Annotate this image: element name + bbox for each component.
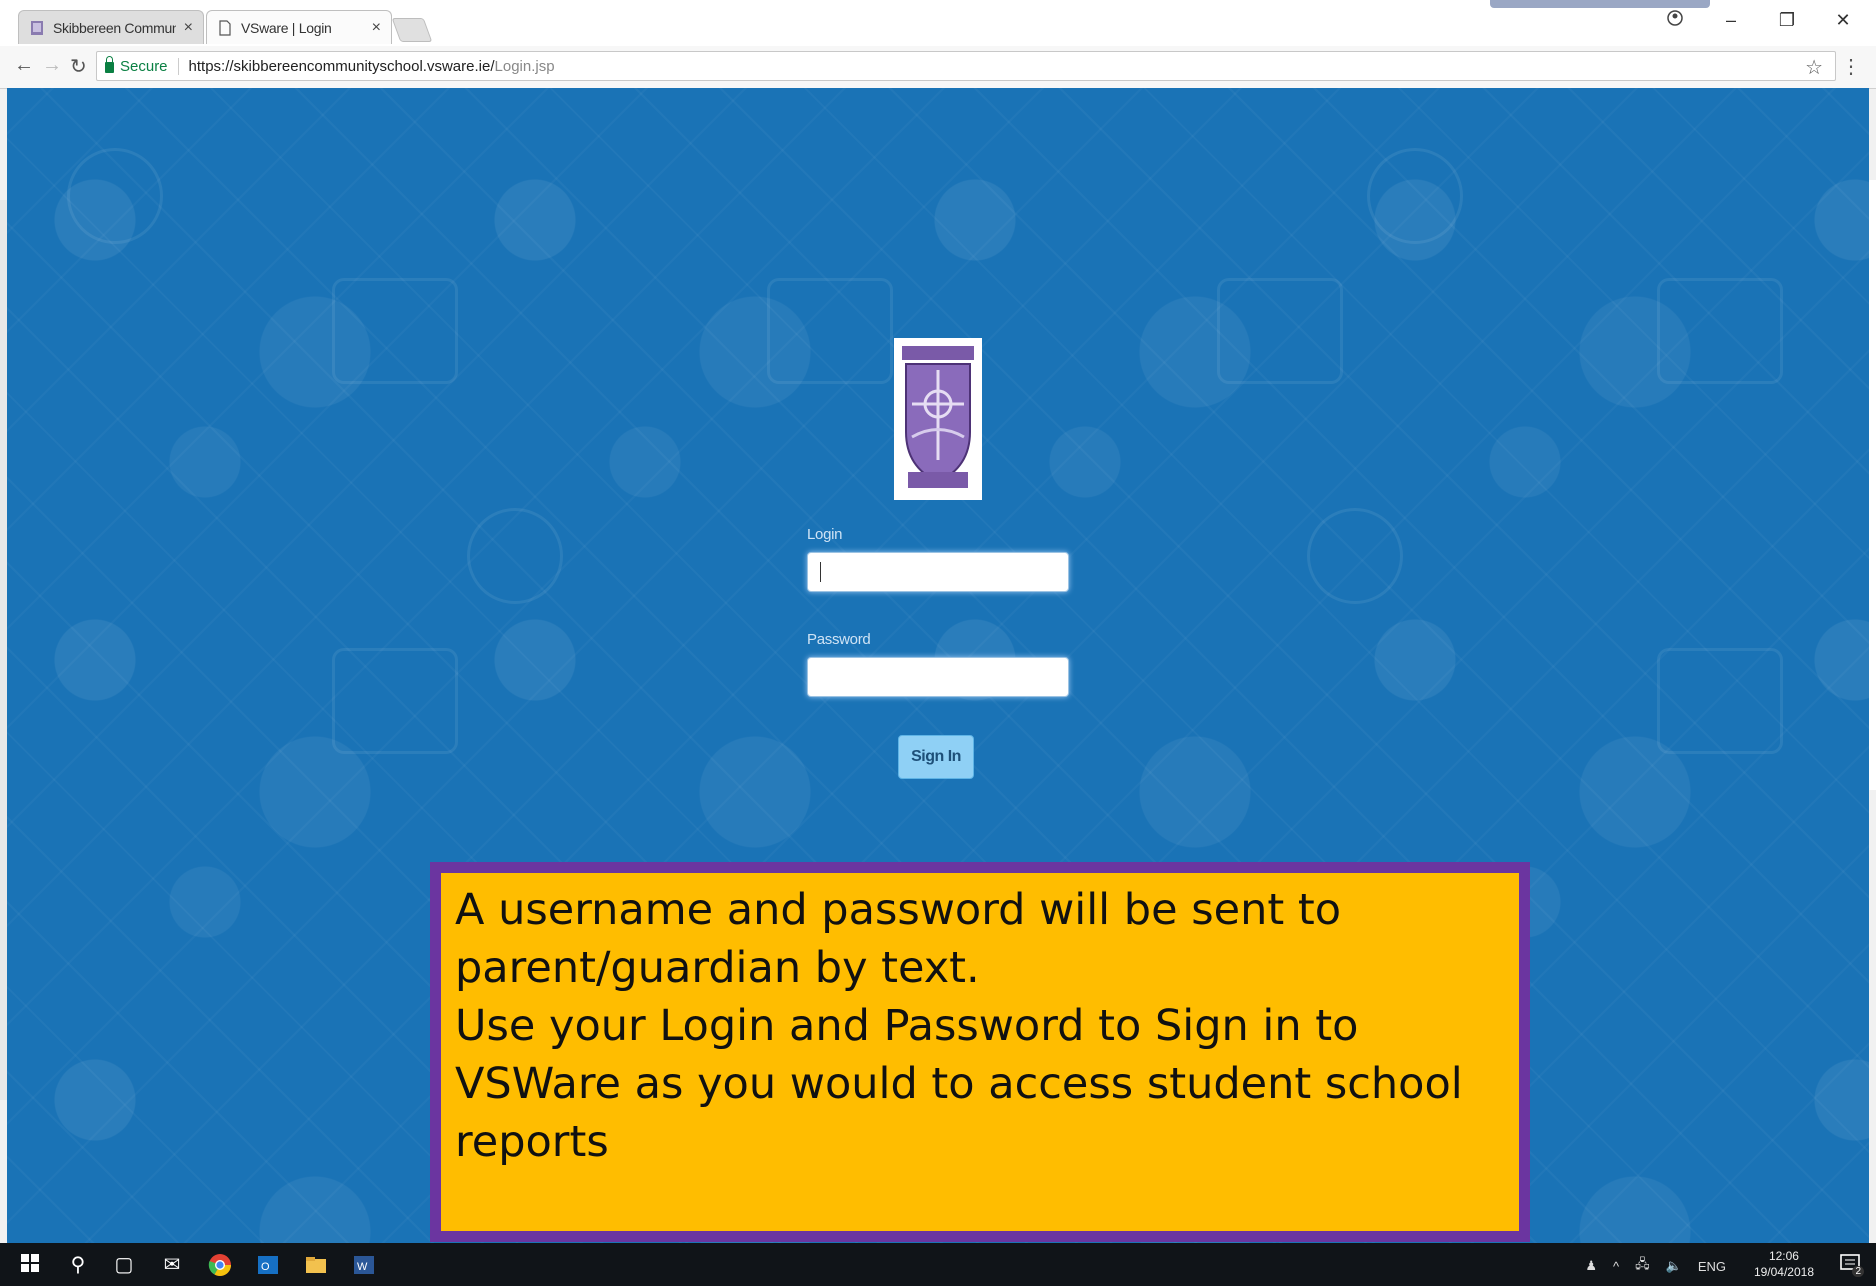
secure-label: Secure	[120, 57, 168, 75]
forward-arrow-icon[interactable]: →	[42, 54, 62, 77]
language-indicator[interactable]: ENG	[1698, 1259, 1726, 1274]
lock-icon	[105, 56, 114, 73]
tab-title: Skibbereen Community S	[53, 19, 176, 36]
file-explorer-icon[interactable]	[304, 1253, 328, 1277]
tab-title: VSware | Login	[241, 19, 332, 36]
notification-count: 2	[1852, 1266, 1864, 1277]
instruction-note: A username and password will be sent to …	[430, 862, 1530, 1242]
mail-icon[interactable]: ✉	[160, 1253, 184, 1277]
note-line: A username and password will be sent to	[455, 885, 1342, 935]
close-window-icon[interactable]: ✕	[1832, 10, 1854, 31]
bookmark-star-icon[interactable]: ☆	[1805, 55, 1823, 80]
school-crest-logo	[894, 338, 982, 500]
window-controls: – ❐ ✕	[1664, 10, 1854, 31]
people-icon[interactable]: ♟	[1585, 1258, 1597, 1274]
profile-icon[interactable]	[1664, 10, 1686, 31]
background-doodle	[767, 278, 893, 384]
action-center-icon[interactable]: 2	[1840, 1253, 1864, 1277]
right-window-edge	[1869, 180, 1876, 790]
task-view-icon[interactable]: ▢	[112, 1253, 136, 1277]
background-doodle	[332, 278, 458, 384]
page-icon	[217, 19, 233, 36]
school-favicon-icon	[29, 20, 45, 36]
text-caret	[820, 562, 821, 582]
left-window-edge	[0, 200, 7, 1100]
tab-skibbereen-community[interactable]: Skibbereen Community S ×	[18, 10, 204, 44]
new-tab-button[interactable]	[391, 18, 433, 42]
windows-start-icon[interactable]	[18, 1253, 42, 1277]
volume-icon[interactable]: 🔈	[1666, 1258, 1682, 1274]
note-line: Use your Login and Password to Sign in t…	[455, 1001, 1359, 1051]
background-doodle	[467, 508, 563, 604]
background-doodle	[1657, 278, 1783, 384]
clock-date: 19/04/2018	[1753, 1265, 1814, 1279]
minimize-icon[interactable]: –	[1720, 10, 1742, 31]
login-input[interactable]	[807, 552, 1069, 592]
background-doodle	[1657, 648, 1783, 754]
svg-text:W: W	[357, 1261, 368, 1273]
address-bar[interactable]: Secure https://skibbereencommunityschool…	[96, 51, 1861, 81]
outlook-icon[interactable]: O	[256, 1253, 280, 1277]
show-hidden-icons-icon[interactable]: ^	[1613, 1259, 1619, 1274]
background-doodle	[1217, 278, 1343, 384]
word-icon[interactable]: W	[352, 1253, 376, 1277]
url-host: https://skibbereencommunityschool.vsware…	[188, 57, 495, 75]
window-edge-decoration	[1490, 0, 1710, 8]
system-tray: ♟ ^ 🖧 🔈 ENG	[1585, 1255, 1726, 1277]
background-doodle	[67, 148, 163, 244]
note-line: VSWare as you would to access student sc…	[455, 1059, 1463, 1109]
browser-tab-strip: Skibbereen Community S × VSware | Login …	[0, 0, 1876, 47]
restore-icon[interactable]: ❐	[1776, 10, 1798, 31]
background-doodle	[332, 648, 458, 754]
tab-vsware-login[interactable]: VSware | Login ×	[206, 10, 392, 44]
note-line: reports	[455, 1117, 609, 1167]
url-path: Login.jsp	[494, 57, 555, 75]
clock-time: 12:06	[1768, 1249, 1799, 1263]
search-icon[interactable]: ⚲	[66, 1253, 90, 1277]
password-input[interactable]	[807, 657, 1069, 697]
login-label: Login	[807, 526, 843, 543]
browser-menu-icon[interactable]: ⋮	[1841, 54, 1861, 79]
network-icon[interactable]: 🖧	[1635, 1255, 1650, 1277]
secure-indicator[interactable]: Secure	[105, 56, 179, 75]
background-doodle	[1367, 148, 1463, 244]
reload-icon[interactable]: ↻	[70, 54, 87, 79]
close-tab-icon[interactable]: ×	[372, 19, 381, 37]
windows-taskbar: ⚲ ▢ ✉ O W ♟ ^ 🖧 🔈 ENG 12:06 19/04/2018 2	[0, 1243, 1876, 1286]
note-line: parent/guardian by text.	[455, 943, 980, 993]
svg-text:O: O	[261, 1261, 270, 1273]
browser-toolbar: ← → ↻ Secure https://skibbereencommunity…	[0, 46, 1876, 89]
background-doodle	[1307, 508, 1403, 604]
back-arrow-icon[interactable]: ←	[14, 54, 34, 77]
taskbar-clock[interactable]: 12:06 19/04/2018	[1754, 1248, 1814, 1280]
close-tab-icon[interactable]: ×	[184, 19, 193, 37]
sign-in-button[interactable]: Sign In	[898, 735, 974, 779]
password-label: Password	[807, 631, 871, 648]
chrome-icon[interactable]	[208, 1253, 232, 1277]
